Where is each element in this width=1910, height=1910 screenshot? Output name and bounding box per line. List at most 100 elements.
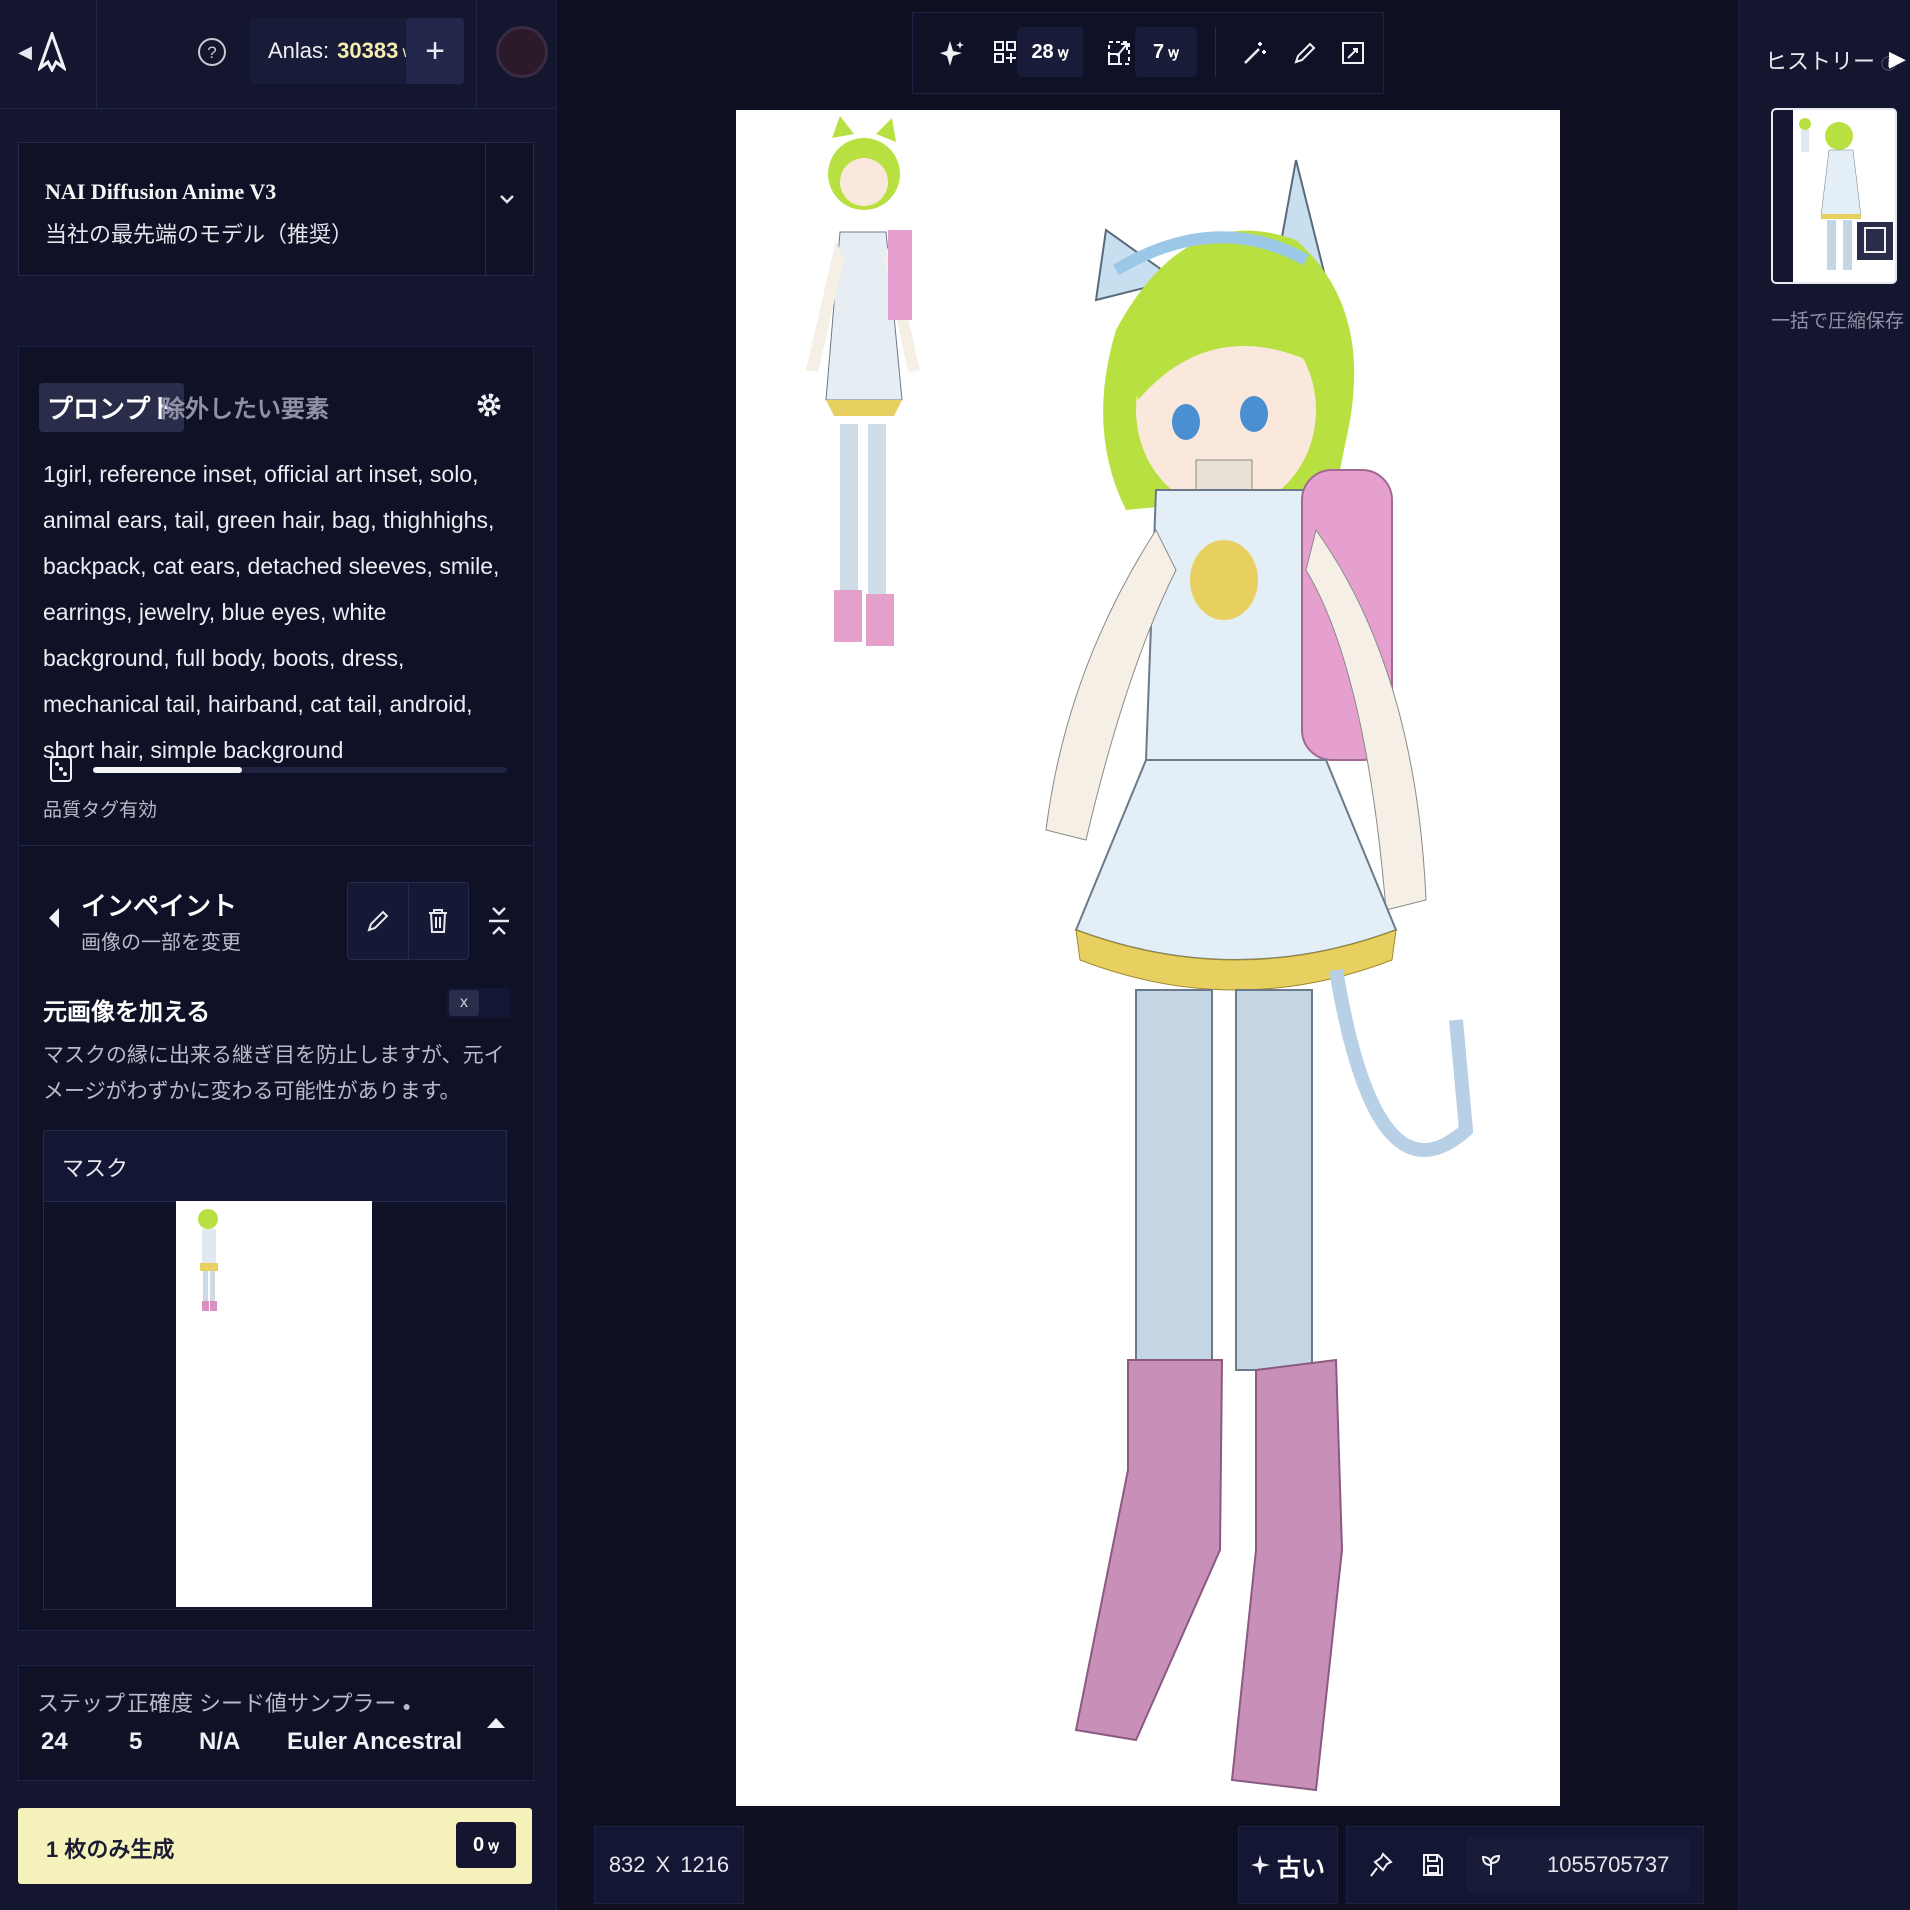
history-panel: ヒストリー ⓘ ▶ 一括で圧縮保存 xyxy=(1738,0,1910,1910)
image-toolbar: 28 ꝡ 7 ꝡ xyxy=(912,12,1384,94)
generate-button[interactable]: 1 枚のみ生成 0 ꝡ xyxy=(18,1808,532,1884)
help-icon: ? xyxy=(198,38,226,66)
anlas-icon: ꝡ xyxy=(488,1836,499,1853)
top-bar: ◀ ? Anlas: 30383 ꝡ + xyxy=(0,0,556,109)
sparkle-icon xyxy=(940,41,964,66)
upscale-cost: 7 ꝡ xyxy=(1135,27,1197,77)
quality-tags-label: 品質タグ有効 xyxy=(43,800,158,821)
steps-label: ステップ xyxy=(37,1691,126,1716)
image-edit-icon xyxy=(1342,42,1364,64)
generation-settings[interactable]: ステップ 24 正確度 5 シード値 N/A サンプラー ● Euler Anc… xyxy=(18,1665,534,1781)
main-character xyxy=(1045,159,1474,1792)
add-original-description: マスクの縁に出来る継ぎ目を防止しますが、元イメージがわずかに変わる可能性がありま… xyxy=(43,1044,505,1103)
tab-negative-prompt[interactable]: 除外したい要素 xyxy=(161,389,329,424)
enhance-button[interactable] xyxy=(933,33,973,73)
image-width: 832 xyxy=(608,1852,646,1877)
gear-icon[interactable] xyxy=(475,391,505,421)
image-height: 1216 xyxy=(680,1852,730,1877)
mask-preview: マスク xyxy=(43,1130,507,1610)
seedling-icon xyxy=(1481,1854,1501,1875)
anlas-value: 30383 xyxy=(337,38,399,63)
guidance-value: 5 xyxy=(129,1728,143,1755)
old-enhance-button[interactable]: 古い xyxy=(1238,1826,1338,1904)
sampler-label: サンプラー ● xyxy=(287,1686,411,1718)
old-label: 古い xyxy=(1277,1854,1325,1882)
dimension-separator: X xyxy=(655,1852,671,1877)
pin-button[interactable] xyxy=(1361,1845,1401,1885)
steps-value: 24 xyxy=(41,1728,68,1755)
sampler-value: Euler Ancestral xyxy=(287,1728,463,1755)
pencil-icon xyxy=(367,910,389,932)
seed-label: シード値 xyxy=(199,1691,288,1716)
logo-button[interactable]: ◀ xyxy=(12,30,72,74)
svg-text:?: ? xyxy=(207,43,216,62)
topbar-divider xyxy=(96,0,97,108)
upscale-icon xyxy=(1108,41,1130,65)
image-actions: 1055705737 xyxy=(1346,1826,1704,1904)
chevron-right-icon[interactable]: ▶ xyxy=(1889,46,1906,72)
novelai-logo-icon xyxy=(37,32,66,72)
sparkle-icon xyxy=(1251,1855,1270,1875)
cost-value: 0 xyxy=(473,1833,485,1856)
seed-display[interactable]: 1055705737 xyxy=(1467,1837,1689,1893)
back-icon[interactable] xyxy=(47,906,61,930)
chevron-down-icon[interactable] xyxy=(499,193,515,205)
save-all-zip-button[interactable]: 一括で圧縮保存 xyxy=(1771,306,1904,333)
model-description: 当社の最先端のモデル（推奨） xyxy=(45,222,354,247)
anlas-label: Anlas: xyxy=(268,38,330,63)
add-original-toggle[interactable]: x xyxy=(447,988,511,1018)
chevron-up-icon[interactable] xyxy=(485,1714,513,1738)
reference-inset xyxy=(806,116,920,646)
dice-icon[interactable] xyxy=(49,755,73,783)
topbar-divider xyxy=(476,0,477,108)
toggle-knob: x xyxy=(449,990,479,1016)
left-panel: ◀ ? Anlas: 30383 ꝡ + NAI Diffusion Anime… xyxy=(0,0,557,1910)
pencil-icon xyxy=(1294,42,1316,64)
prompt-strength-slider[interactable] xyxy=(93,767,507,773)
dot-icon: ● xyxy=(402,1698,411,1714)
prompt-input[interactable]: 1girl, reference inset, official art ins… xyxy=(43,451,513,773)
grid-plus-icon xyxy=(994,41,1016,63)
generated-image[interactable] xyxy=(736,110,1560,1806)
avatar[interactable] xyxy=(496,26,548,78)
edit-mask-button[interactable] xyxy=(348,883,409,959)
magic-wand-button[interactable] xyxy=(1235,33,1275,73)
inpaint-button[interactable] xyxy=(1285,33,1325,73)
variations-cost-value: 28 xyxy=(1031,40,1054,63)
chevron-left-icon: ◀ xyxy=(18,41,32,62)
save-button[interactable] xyxy=(1413,1845,1453,1885)
generate-label: 1 枚のみ生成 xyxy=(46,1837,175,1862)
history-title-text: ヒストリー xyxy=(1765,49,1876,74)
history-title: ヒストリー ⓘ xyxy=(1765,44,1896,76)
mask-label: マスク xyxy=(62,1156,129,1181)
collapse-icon[interactable] xyxy=(487,904,515,938)
inpaint-tools xyxy=(347,882,469,960)
prompt-panel: プロンプト 除外したい要素 1girl, reference inset, of… xyxy=(18,346,534,846)
pin-icon xyxy=(1370,1852,1393,1877)
inpaint-title: インペイント xyxy=(81,891,238,921)
help-button[interactable]: ? xyxy=(192,32,232,72)
add-original-label: 元画像を加える xyxy=(43,999,211,1026)
inpaint-subtitle: 画像の一部を変更 xyxy=(81,932,241,954)
character-illustration xyxy=(806,116,1474,1792)
image-to-image-button[interactable] xyxy=(1333,33,1373,73)
sampler-label-text: サンプラー xyxy=(287,1691,397,1716)
mask-header: マスク xyxy=(44,1131,506,1202)
delete-mask-button[interactable] xyxy=(408,883,468,959)
plus-icon: + xyxy=(425,31,445,70)
model-selector[interactable]: NAI Diffusion Anime V3 当社の最先端のモデル（推奨） xyxy=(18,142,534,276)
history-thumbnail[interactable] xyxy=(1771,108,1897,284)
seed-value: 1055705737 xyxy=(1547,1852,1670,1877)
variations-cost: 28 ꝡ xyxy=(1017,27,1083,77)
inpaint-panel: インペイント 画像の一部を変更 元画像を加える x マスクの縁に出来る継ぎ目を防… xyxy=(18,845,534,1631)
slider-fill xyxy=(93,767,243,773)
model-divider xyxy=(485,143,486,275)
model-name: NAI Diffusion Anime V3 xyxy=(45,179,277,204)
upscale-cost-value: 7 xyxy=(1153,40,1165,63)
image-dimensions: 832 X 1216 xyxy=(594,1826,744,1904)
mask-image[interactable] xyxy=(176,1201,372,1607)
anlas-icon: ꝡ xyxy=(1057,43,1069,60)
upscale-button[interactable] xyxy=(1099,33,1139,73)
trash-icon xyxy=(429,909,447,933)
add-anlas-button[interactable]: + xyxy=(406,18,464,84)
